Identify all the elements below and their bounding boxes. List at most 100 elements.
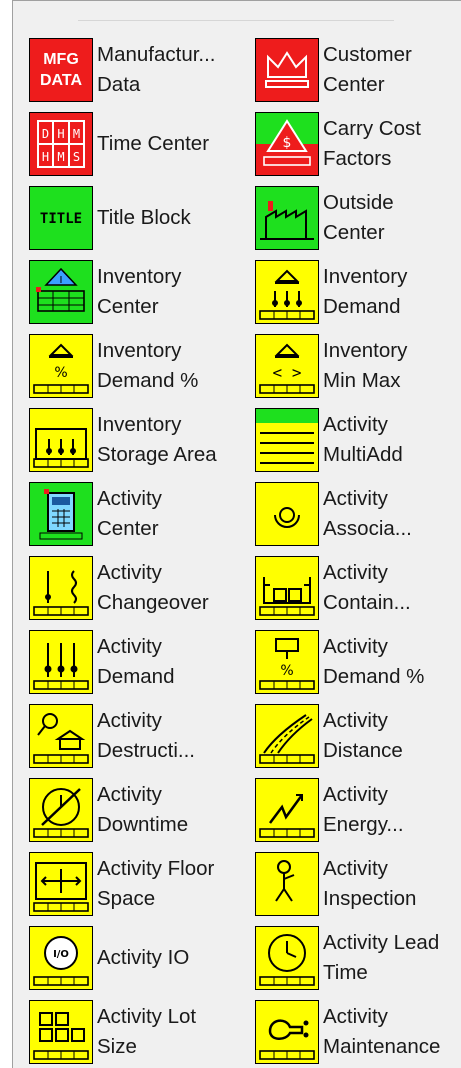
palette-item-activity-downtime[interactable]: Activity Downtime <box>29 778 255 852</box>
palette-item-time-center[interactable]: DHM H M S Time Center <box>29 112 255 186</box>
palette-row: I/O Activity IO Activity Lead Time <box>29 926 461 1000</box>
palette-item-label: Activity Downtime <box>97 780 188 840</box>
label-line: Activity <box>323 413 388 436</box>
palette-item-title-block[interactable]: TITLE Title Block <box>29 186 255 260</box>
palette-item-label: Inventory Demand % <box>97 336 198 396</box>
label-line: Contain... <box>323 591 411 614</box>
palette-row: Inventory Storage Area Activity MultiAdd <box>29 408 461 482</box>
palette-item-label: Time Center <box>97 129 209 159</box>
association-icon <box>255 482 319 546</box>
palette-item-activity-io[interactable]: I/O Activity IO <box>29 926 255 1000</box>
label-line: Outside <box>323 191 394 214</box>
svg-text:%: % <box>280 663 293 679</box>
label-line: Carry Cost <box>323 117 421 140</box>
label-line: Activity <box>323 561 388 584</box>
lot-size-icon <box>29 1000 93 1064</box>
palette-item-activity-energy[interactable]: Activity Energy... <box>255 778 461 852</box>
mfg-data-icon: MFG DATA <box>29 38 93 102</box>
palette-row: MFG DATA Manufactur... Data Customer Center <box>29 38 461 112</box>
palette-item-activity-floor-space[interactable]: Activity Floor Space <box>29 852 255 926</box>
inspection-icon <box>255 852 319 916</box>
palette-item-inventory-center[interactable]: I Inventory Center <box>29 260 255 334</box>
label-line: Activity IO <box>97 946 190 969</box>
palette-item-inventory-demand[interactable]: Inventory Demand <box>255 260 461 334</box>
changeover-icon <box>29 556 93 620</box>
palette-item-customer-center[interactable]: Customer Center <box>255 38 461 112</box>
label-line: Title Block <box>97 206 191 229</box>
palette-item-inventory-min-max[interactable]: < > Inventory Min Max <box>255 334 461 408</box>
palette-item-label: Activity Contain... <box>323 558 411 618</box>
label-line: Activity <box>97 783 162 806</box>
label-line: Inventory <box>97 339 182 362</box>
label-line: Activity Lot <box>97 1005 197 1028</box>
label-line: Inspection <box>323 887 417 910</box>
label-line: Activity <box>97 709 162 732</box>
palette-row: I Inventory Center Inventory Demand <box>29 260 461 334</box>
palette-item-activity-container[interactable]: Activity Contain... <box>255 556 461 630</box>
svg-text:I/O: I/O <box>53 949 69 960</box>
inventory-demand-percent-icon: % <box>29 334 93 398</box>
svg-text:TITLE: TITLE <box>40 211 82 227</box>
label-line: Manufactur... <box>97 43 216 66</box>
palette-item-outside-center[interactable]: Outside Center <box>255 186 461 260</box>
palette-item-activity-changeover[interactable]: Activity Changeover <box>29 556 255 630</box>
svg-text:MFG: MFG <box>43 51 79 68</box>
label-line: Inventory <box>323 265 408 288</box>
palette-item-inventory-storage-area[interactable]: Inventory Storage Area <box>29 408 255 482</box>
palette-item-label: Customer Center <box>323 40 412 100</box>
palette-item-label: Activity Lead Time <box>323 928 439 988</box>
palette-item-activity-demand[interactable]: Activity Demand <box>29 630 255 704</box>
palette-item-label: Outside Center <box>323 188 394 248</box>
palette-item-activity-maintenance[interactable]: Activity Maintenance <box>255 1000 461 1068</box>
container-icon <box>255 556 319 620</box>
label-line: Associa... <box>323 517 412 540</box>
multiadd-icon <box>255 408 319 472</box>
label-line: Demand <box>97 665 175 688</box>
palette-item-activity-center[interactable]: Activity Center <box>29 482 255 556</box>
palette-row: % Inventory Demand % < > Inventory Min Max <box>29 334 461 408</box>
svg-text:H: H <box>57 127 64 141</box>
palette-item-inventory-demand-pct[interactable]: % Inventory Demand % <box>29 334 255 408</box>
palette-item-activity-lot-size[interactable]: Activity Lot Size <box>29 1000 255 1068</box>
energy-icon <box>255 778 319 842</box>
label-line: Downtime <box>97 813 189 836</box>
palette-item-label: Activity Demand <box>97 632 175 692</box>
palette-item-carry-cost-factors[interactable]: $ Carry Cost Factors <box>255 112 461 186</box>
label-line: Activity <box>97 487 162 510</box>
palette-item-activity-inspection[interactable]: Activity Inspection <box>255 852 461 926</box>
label-line: Data <box>97 73 141 96</box>
calculator-icon <box>29 482 93 546</box>
title-block-icon: TITLE <box>29 186 93 250</box>
label-line: Maintenance <box>323 1035 441 1058</box>
label-line: Center <box>97 517 159 540</box>
palette-item-label: Activity IO <box>97 943 189 973</box>
palette-item-label: Title Block <box>97 203 191 233</box>
road-icon <box>255 704 319 768</box>
label-line: Activity <box>323 487 388 510</box>
palette-item-label: Activity MultiAdd <box>323 410 403 470</box>
palette-item-label: Activity Floor Space <box>97 854 214 914</box>
label-line: Activity <box>323 709 388 732</box>
inventory-demand-icon <box>255 260 319 324</box>
palette-item-manufacturing-data[interactable]: MFG DATA Manufactur... Data <box>29 38 255 112</box>
label-line: Activity <box>323 783 388 806</box>
palette-row: Activity Center Activity Associa... <box>29 482 461 556</box>
palette-item-activity-associations[interactable]: Activity Associa... <box>255 482 461 556</box>
svg-text:I: I <box>60 275 63 286</box>
label-line: Energy... <box>323 813 404 836</box>
label-line: Destructi... <box>97 739 195 762</box>
palette-item-label: Activity Distance <box>323 706 403 766</box>
label-line: Space <box>97 887 156 910</box>
palette-item-activity-distance[interactable]: Activity Distance <box>255 704 461 778</box>
label-line: MultiAdd <box>323 443 403 466</box>
palette-item-label: Activity Center <box>97 484 162 544</box>
label-line: Activity <box>97 635 162 658</box>
palette-item-activity-lead-time[interactable]: Activity Lead Time <box>255 926 461 1000</box>
palette-item-activity-demand-pct[interactable]: % Activity Demand % <box>255 630 461 704</box>
divider <box>78 20 394 21</box>
palette-item-activity-destruction[interactable]: Activity Destructi... <box>29 704 255 778</box>
palette-item-activity-multiadd[interactable]: Activity MultiAdd <box>255 408 461 482</box>
palette-item-label: Inventory Center <box>97 262 181 322</box>
label-line: Inventory <box>97 413 182 436</box>
inventory-min-max-icon: < > <box>255 334 319 398</box>
